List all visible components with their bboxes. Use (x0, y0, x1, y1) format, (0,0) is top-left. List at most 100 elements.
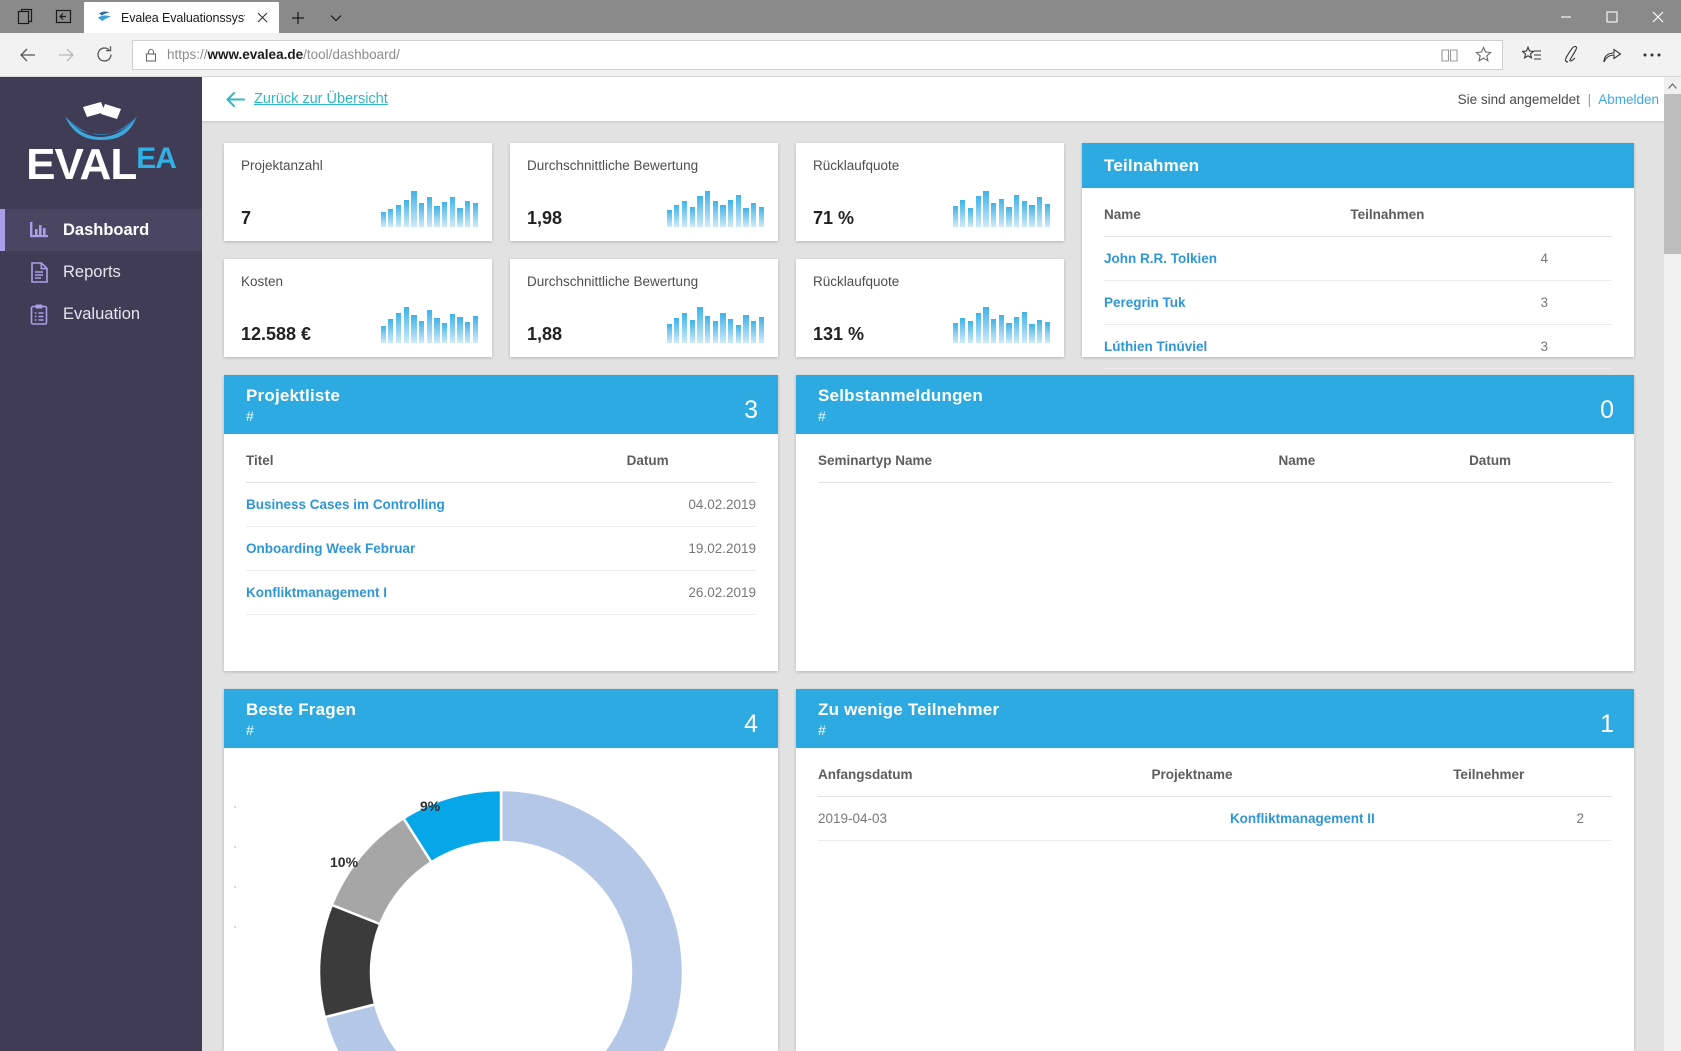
participant-link[interactable]: Lúthien Tinúviel (1104, 339, 1207, 354)
kpi-card-kosten[interactable]: Kosten 12.588 € (224, 259, 492, 357)
arrow-left-icon (226, 90, 245, 109)
panel-subtitle: # (246, 721, 254, 738)
table-header-row: Anfangsdatum Projektname Teilnehmer (818, 747, 1612, 797)
minimize-icon[interactable] (1543, 0, 1589, 33)
scrollbar-thumb[interactable] (1664, 94, 1681, 254)
participation-count: 3 (1350, 280, 1612, 325)
kpi-value: 12.588 € (241, 324, 312, 344)
projektliste-table: Titel Datum Business Cases im Controllin… (246, 434, 756, 615)
hub-icon[interactable] (1513, 37, 1551, 73)
panel-title: Teilnahmen (1104, 156, 1200, 175)
panel-header: Zu wenige Teilnehmer # 1 (796, 688, 1634, 748)
table-header-row: Seminartyp Name Name Datum (818, 434, 1612, 483)
column-header-name: Name (1278, 434, 1470, 483)
panel-body: Name Teilnahmen John R.R. Tolkien 4 Pere… (1082, 188, 1634, 369)
web-notes-icon[interactable] (1553, 37, 1591, 73)
project-date: 04.02.2019 (626, 482, 756, 527)
star-icon[interactable] (1470, 42, 1496, 68)
tab-dropdown-icon[interactable] (317, 2, 355, 33)
project-link[interactable]: Business Cases im Controlling (246, 497, 445, 512)
close-window-icon[interactable] (1635, 0, 1681, 33)
logo-accent: EA (136, 142, 177, 175)
forward-arrow-icon[interactable] (48, 37, 84, 73)
kpi-card-durchschnittliche-bewertung-2[interactable]: Durchschnittliche Bewertung 1,88 (510, 259, 778, 357)
logout-link[interactable]: Abmelden (1598, 92, 1659, 107)
project-link[interactable]: Konfliktmanagement I (246, 585, 387, 600)
column-header-titel: Titel (246, 434, 627, 483)
column-header-projektname: Projektname (1151, 747, 1454, 797)
back-to-overview-label: Zurück zur Übersicht (254, 91, 388, 107)
browser-tab[interactable]: Evalea Evaluationssystem (84, 2, 279, 33)
panel-header: Teilnahmen (1082, 143, 1634, 188)
column-header-name: Name (1104, 188, 1351, 237)
browser-navbar: https://www.evalea.de/tool/dashboard/ (0, 33, 1681, 77)
scroll-up-icon[interactable] (1664, 77, 1681, 94)
project-link[interactable]: Onboarding Week Februar (246, 541, 415, 556)
maximize-icon[interactable] (1589, 0, 1635, 33)
back-to-overview-link[interactable]: Zurück zur Übersicht (226, 90, 388, 109)
url-path: /tool/dashboard/ (303, 47, 400, 62)
sparkline-chart (952, 189, 1050, 227)
address-bar-url: https://www.evalea.de/tool/dashboard/ (167, 47, 1428, 62)
window-controls (1543, 0, 1681, 33)
kpi-label: Rücklaufquote (813, 274, 900, 289)
more-settings-icon[interactable] (1633, 37, 1671, 73)
sidebar-item-dashboard[interactable]: Dashboard (0, 209, 202, 251)
sparkline-chart (380, 189, 478, 227)
kpi-card-durchschnittliche-bewertung-1[interactable]: Durchschnittliche Bewertung 1,98 (510, 143, 778, 241)
address-bar[interactable]: https://www.evalea.de/tool/dashboard/ (132, 39, 1503, 70)
kpi-card-ruecklaufquote-1[interactable]: Rücklaufquote 71 % (796, 143, 1064, 241)
page-scrollbar[interactable] (1664, 77, 1681, 1051)
donut-label-9: 9% (420, 797, 441, 814)
tab-actions (0, 0, 80, 33)
table-row[interactable]: Business Cases im Controlling 04.02.2019 (246, 482, 756, 527)
refresh-icon[interactable] (86, 37, 122, 73)
sparkline-chart (952, 305, 1050, 343)
panel-title: Zu wenige Teilnehmer (818, 699, 1000, 719)
donut-chart (317, 788, 685, 1051)
column-header-teilnehmer: Teilnehmer (1453, 747, 1612, 797)
panel-count: 4 (744, 709, 758, 738)
restore-tabs-icon[interactable] (46, 2, 80, 32)
set-tabs-aside-icon[interactable] (8, 2, 42, 32)
app-logo[interactable]: EVAL EA (0, 77, 202, 209)
close-tab-icon[interactable] (253, 9, 271, 27)
panel-zu-wenige-teilnehmer: Zu wenige Teilnehmer # 1 Anfangsdatum Pr… (796, 688, 1634, 1051)
selbstanmeldungen-table: Seminartyp Name Name Datum (818, 434, 1612, 483)
new-tab-icon[interactable] (279, 2, 317, 33)
sidebar-item-evaluation[interactable]: Evaluation (0, 293, 202, 335)
table-row[interactable]: John R.R. Tolkien 4 (1104, 236, 1612, 281)
table-row[interactable]: 2019-04-03 Konfliktmanagement II 2 (818, 796, 1612, 841)
auth-status: Sie sind angemeldet | Abmelden (1458, 92, 1659, 107)
lock-icon (143, 47, 159, 63)
sidebar-item-reports[interactable]: Reports (0, 251, 202, 293)
project-date: 26.02.2019 (626, 570, 756, 615)
kpi-card-projektanzahl[interactable]: Projektanzahl 7 (224, 143, 492, 241)
reading-view-icon[interactable] (1436, 42, 1462, 68)
participant-link[interactable]: Peregrin Tuk (1104, 295, 1186, 310)
panel-count: 3 (744, 396, 758, 424)
table-row[interactable]: Onboarding Week Februar 19.02.2019 (246, 526, 756, 571)
share-icon[interactable] (1593, 37, 1631, 73)
participant-link[interactable]: John R.R. Tolkien (1104, 251, 1217, 266)
favicon-icon (96, 9, 113, 26)
document-icon (28, 261, 50, 283)
panel-count: 1 (1600, 709, 1614, 738)
table-row[interactable]: Peregrin Tuk 3 (1104, 280, 1612, 325)
table-row[interactable]: Konfliktmanagement I 26.02.2019 (246, 570, 756, 615)
status-separator: | (1587, 91, 1592, 107)
project-date: 19.02.2019 (626, 526, 756, 571)
project-link[interactable]: Konfliktmanagement II (1230, 811, 1375, 826)
kpi-card-ruecklaufquote-2[interactable]: Rücklaufquote 131 % (796, 259, 1064, 357)
donut-chart-body: 9% 10% (224, 747, 778, 1051)
back-arrow-icon[interactable] (10, 37, 46, 73)
browser-toolbar-actions (1513, 37, 1671, 73)
column-header-datum: Datum (1469, 434, 1612, 483)
kpi-value: 71 % (813, 208, 855, 228)
scrollbar-track[interactable] (1664, 254, 1681, 1051)
kpi-label: Durchschnittliche Bewertung (527, 274, 699, 289)
dashboard-column-right: Rücklaufquote 71 % Rücklaufquote 131 % T… (796, 143, 1634, 1051)
logo-text: EVAL EA (26, 142, 177, 187)
table-row[interactable]: Lúthien Tinúviel 3 (1104, 324, 1612, 369)
participant-count: 2 (1453, 796, 1612, 841)
